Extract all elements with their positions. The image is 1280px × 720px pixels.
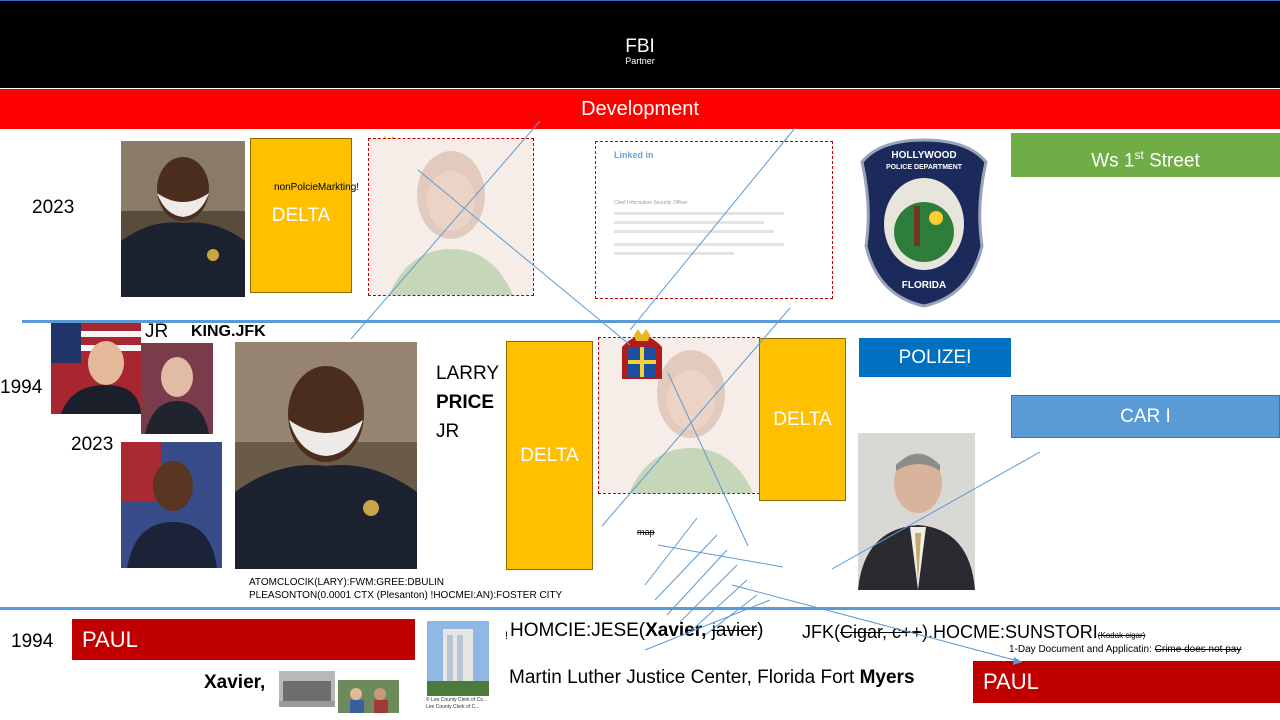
map-label: map: [637, 527, 655, 537]
header-bar: FBI Partner: [0, 0, 1280, 88]
mlk-text: Martin Luther Justice Center, Florida Fo…: [509, 667, 915, 688]
linkedin-card: Linked in Chief Information Security Off…: [595, 141, 833, 299]
officer-photo-top: [121, 141, 245, 297]
divider-bottom: [0, 607, 1280, 610]
xavier-label: Xavier,: [204, 672, 266, 693]
officer-photo-mid: [235, 342, 417, 569]
ws-street-box: Ws 1st Street: [1011, 133, 1280, 177]
atom-clock-text: ATOMCLOCIK(LARY):FWM:GREE:DBULIN PLEASON…: [249, 576, 562, 602]
year-2023-mid: 2023: [71, 434, 114, 455]
year-1994-mid: 1994: [0, 377, 43, 398]
police-badge-icon: HOLLYWOOD POLICE DEPARTMENT FLORIDA: [858, 136, 990, 308]
badge-top-text: HOLLYWOOD: [891, 150, 957, 161]
jr-label-top: JR: [145, 321, 169, 342]
paul-box-left: PAUL: [72, 619, 415, 660]
price-label: PRICE: [436, 392, 495, 413]
badge-bottom-text: FLORIDA: [901, 280, 947, 291]
header-subtitle: Partner: [625, 56, 655, 66]
year-1994-bottom: 1994: [11, 631, 54, 652]
delta-box-top: DELTA: [250, 138, 352, 293]
polizei-label: POLIZEI: [898, 346, 972, 368]
coat-of-arms-icon-mid: [614, 327, 670, 385]
delta-label-mid-left: DELTA: [520, 444, 579, 466]
woman-photo-top: [368, 138, 534, 296]
development-bar: Development: [0, 89, 1280, 129]
jfk-text: JFK(Cigar, c++).HOCME:SUNSTORI(Kodak cig…: [802, 622, 1146, 642]
paul-box-right: PAUL: [973, 661, 1280, 703]
ws-street-main: Ws 1: [1091, 150, 1135, 172]
linkedin-logo: Linked in: [614, 150, 654, 160]
car-label: CAR I: [1120, 405, 1171, 427]
delta-box-mid-left: DELTA: [506, 341, 593, 570]
linkedin-title: Chief Information Security Officer: [614, 200, 688, 206]
man-photo-flag: [51, 323, 141, 414]
homcie-text: HOMCIE:JESE(Xavier, javier): [510, 620, 764, 641]
larry-label: LARRY: [436, 363, 500, 384]
justice-center-photo: [427, 621, 489, 696]
man-suit-photo: [858, 433, 975, 590]
ws-street-tail: Street: [1143, 150, 1200, 172]
lee-caption: © Lee County Clerk of Co... Lee County C…: [426, 697, 488, 710]
year-2023-top: 2023: [32, 197, 75, 218]
paul-label-left: PAUL: [82, 626, 138, 652]
nonpolice-label: nonPolcieMarkting!: [274, 182, 360, 193]
atom-line-2: PLEASONTON(0.0001 CTX (Plesanton) !HOCME…: [249, 590, 563, 601]
car-box: CAR I: [1011, 395, 1280, 438]
exclaim-mark: !: [505, 630, 509, 642]
older-man-photo: [141, 343, 213, 434]
jr-label-mid: JR: [436, 421, 460, 442]
delta-label-mid-right: DELTA: [773, 408, 832, 430]
general-photo: [121, 442, 222, 568]
delta-label-top: DELTA: [271, 204, 331, 226]
polizei-box: POLIZEI: [859, 338, 1011, 377]
king-jfk-label: KING.JFK: [191, 323, 266, 340]
building-photo-small: [279, 671, 335, 707]
atom-line-1: ATOMCLOCIK(LARY):FWM:GREE:DBULIN: [249, 577, 445, 588]
ws-street-sup: st: [1134, 148, 1144, 162]
header-title: FBI: [625, 36, 655, 57]
delta-box-mid-right: DELTA: [759, 338, 846, 501]
badge-mid-text: POLICE DEPARTMENT: [885, 164, 963, 171]
paul-label-right: PAUL: [983, 669, 1039, 694]
one-day-text: 1-Day Document and Applicatin: Crime doe…: [1009, 644, 1242, 655]
street-photo-small: [338, 680, 399, 713]
